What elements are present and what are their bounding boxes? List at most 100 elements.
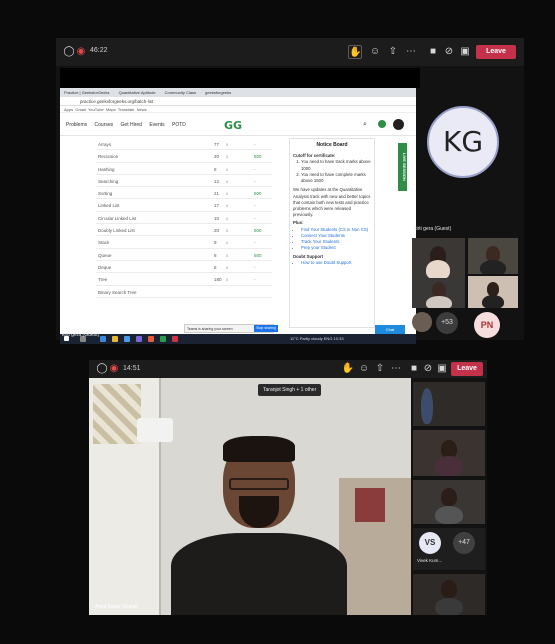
bookmarks-bar: Apps Gmail YouTube Maps Translate News <box>60 106 416 113</box>
share-icon[interactable]: ⇧ <box>373 362 387 376</box>
meeting-timer: 14:51 <box>123 365 141 372</box>
user-avatar[interactable] <box>393 119 404 130</box>
table-row[interactable]: Stack 9 x - <box>96 236 272 249</box>
mic-off-icon[interactable]: ⊘ <box>442 45 456 59</box>
speaker-name: Ankit Kalap (Guest) <box>95 604 139 610</box>
camera-off-icon[interactable]: ■ <box>426 45 440 59</box>
participant-tile[interactable] <box>412 278 465 308</box>
table-row[interactable]: Binary Search Tree <box>96 286 272 298</box>
cutoff-item: You need to have complete marks above 15… <box>301 172 371 184</box>
bookmark-item[interactable]: YouTube <box>88 107 104 112</box>
browser-tab[interactable]: Practice | GeeksforGeeks <box>64 90 110 95</box>
bookmark-item[interactable]: Maps <box>106 107 116 112</box>
table-row[interactable]: Linked List 17 x - <box>96 199 272 212</box>
nav-item[interactable]: Problems <box>66 122 87 128</box>
more-icon[interactable]: ⋯ <box>389 362 403 376</box>
teams-icon[interactable] <box>136 336 142 342</box>
topic-score: - <box>254 142 256 147</box>
table-row[interactable]: Hashing 8 x - <box>96 163 272 175</box>
more-icon[interactable]: ⋯ <box>404 45 418 59</box>
camera-off-icon[interactable]: ■ <box>407 362 421 376</box>
leave-button[interactable]: Leave <box>476 45 516 59</box>
nav-item[interactable]: Events <box>149 122 164 128</box>
notification-icon[interactable] <box>378 120 386 128</box>
browser-tabs: Practice | GeeksforGeeks Quantitative Ap… <box>60 88 416 97</box>
participant-tile[interactable] <box>413 574 485 615</box>
participant-tile[interactable] <box>468 276 518 308</box>
raise-hand-icon[interactable]: ✋ <box>348 45 362 59</box>
participant-tile[interactable]: VS +47 Vivek Kum... <box>413 528 485 570</box>
table-row[interactable]: Queue 8 x 500 <box>96 249 272 261</box>
site-navbar: Problems Courses Get Hired Events POTD G… <box>60 114 416 136</box>
window-blinds <box>93 384 141 444</box>
plus-link[interactable]: Prep your Student <box>301 245 371 251</box>
topic-name: Circular Linked List <box>98 215 137 221</box>
edge-icon[interactable] <box>100 336 106 342</box>
participant-tile[interactable] <box>413 480 485 524</box>
participant-thumbnail[interactable] <box>412 312 432 332</box>
nav-item[interactable]: Courses <box>95 122 114 128</box>
store-icon[interactable] <box>124 336 130 342</box>
topic-name: Binary Search Tree <box>98 289 137 295</box>
share-tray-icon[interactable]: ▣ <box>458 45 472 59</box>
participant-tile[interactable] <box>413 430 485 476</box>
leave-button[interactable]: Leave <box>451 362 483 376</box>
share-tray-icon[interactable]: ▣ <box>435 362 449 376</box>
topic-count: 12 <box>214 178 220 184</box>
live-session-tab[interactable]: LIVE SESSION <box>398 143 407 191</box>
topic-score: - <box>254 178 256 184</box>
share-icon[interactable]: ⇧ <box>386 45 400 59</box>
topic-count: 20 <box>214 154 220 160</box>
topic-name: Deque <box>98 264 112 270</box>
topic-mark: x <box>226 277 229 283</box>
table-row[interactable]: Recursion 20 x 500 <box>96 150 272 163</box>
bookmark-item[interactable]: Translate <box>118 107 135 112</box>
topic-score: 500 <box>254 252 262 258</box>
participant-body <box>426 260 450 278</box>
table-row[interactable]: Doubly Linked List 20 x 500 <box>96 224 272 237</box>
doubt-link[interactable]: How to use Doubt Support <box>301 260 371 266</box>
plus-link[interactable]: Find Your Students (CS in Non CS) <box>301 227 371 233</box>
site-logo[interactable]: GG <box>224 119 242 132</box>
more-participants-badge[interactable]: +53 <box>436 312 458 334</box>
browser-tab[interactable]: Quantitative Aptitude <box>119 90 156 95</box>
folder-icon[interactable] <box>112 336 118 342</box>
raise-hand-icon[interactable]: ✋ <box>341 362 355 376</box>
search-icon[interactable]: ⌕ <box>363 121 367 129</box>
table-row[interactable]: Searching 12 x - <box>96 175 272 188</box>
chrome-icon[interactable] <box>148 336 154 342</box>
participant-tile[interactable] <box>413 382 485 426</box>
bookmark-item[interactable]: News <box>137 107 147 112</box>
mic-off-icon[interactable]: ⊘ <box>421 362 435 376</box>
topic-name: Tree <box>98 277 108 283</box>
chat-button[interactable]: Chat <box>375 325 405 334</box>
app-icon[interactable] <box>160 336 166 342</box>
participant-video <box>421 388 433 424</box>
bookmark-item[interactable]: Apps <box>64 107 73 112</box>
app-icon[interactable] <box>172 336 178 342</box>
browser-tab[interactable]: geeksforgeeks <box>205 90 231 95</box>
table-row[interactable]: Sorting 21 x 500 <box>96 187 272 200</box>
browser-tab[interactable]: Community Class <box>165 90 196 95</box>
react-icon[interactable]: ☺ <box>368 45 382 59</box>
stop-sharing-button[interactable]: Stop sharing <box>254 325 278 332</box>
topic-name: Linked List <box>98 203 120 209</box>
participant-body <box>480 260 506 274</box>
table-row[interactable]: Tree 180 x - <box>96 273 272 286</box>
participant-tile[interactable] <box>412 238 465 278</box>
nav-item[interactable]: Get Hired <box>121 122 142 128</box>
address-bar[interactable]: practice.geeksforgeeks.org/batch-list <box>60 97 416 106</box>
speaker-shirt <box>171 533 347 615</box>
topic-mark: x <box>226 215 229 221</box>
participant-tile[interactable] <box>468 238 518 274</box>
bookmark-item[interactable]: Gmail <box>75 107 85 112</box>
nav-item[interactable]: POTD <box>172 122 186 128</box>
table-row[interactable]: Arrays 77 x - <box>96 138 272 151</box>
cutoff-item: You need to have track marks above 1000 <box>301 159 371 171</box>
topic-score: 500 <box>254 228 262 234</box>
more-participants-badge[interactable]: +47 <box>453 532 475 554</box>
table-row[interactable]: Circular Linked List 10 x - <box>96 212 272 225</box>
top-meeting-window: ◯ ◉ 46:22 ✋ ☺ ⇧ ⋯ ■ ⊘ ▣ Leave Practice |… <box>56 38 524 344</box>
react-icon[interactable]: ☺ <box>357 362 371 376</box>
table-row[interactable]: Deque 8 x - <box>96 261 272 274</box>
